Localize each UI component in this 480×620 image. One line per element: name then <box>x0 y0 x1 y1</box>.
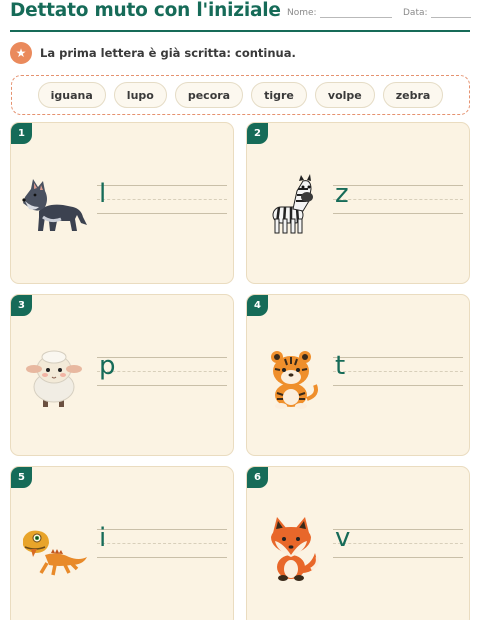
header-divider <box>10 30 470 32</box>
given-letter: v <box>335 523 351 553</box>
card-number: 1 <box>11 123 32 144</box>
sheep-icon <box>26 350 82 407</box>
card-number: 2 <box>247 123 268 144</box>
date-label: Data: <box>403 8 428 18</box>
name-label: Nome: <box>287 8 317 18</box>
name-field: Nome: <box>287 8 392 18</box>
word-chip-volpe: volpe <box>314 82 375 108</box>
given-letter: i <box>99 523 107 553</box>
wolf-icon <box>22 179 87 231</box>
given-letter: p <box>99 351 116 381</box>
writing-lines <box>333 357 463 387</box>
date-field: Data: <box>403 8 471 18</box>
card-number: 5 <box>11 467 32 488</box>
word-chip-lupo: lupo <box>113 82 167 108</box>
writing-lines <box>97 529 227 559</box>
given-letter: z <box>335 179 349 209</box>
writing-lines <box>333 185 463 215</box>
exercise-card-3: 3 p <box>10 294 234 456</box>
instruction-row: ★ La prima lettera è già scritta: contin… <box>10 41 296 65</box>
star-icon: ★ <box>10 42 32 64</box>
instruction-text: La prima lettera è già scritta: continua… <box>40 46 296 60</box>
word-bank: iguana lupo pecora tigre volpe zebra <box>11 75 470 115</box>
zebra-icon <box>272 174 313 234</box>
card-number: 4 <box>247 295 268 316</box>
date-blank-line <box>430 9 471 18</box>
exercise-card-4: 4 t <box>246 294 470 456</box>
exercise-card-1: 1 l <box>10 122 234 284</box>
worksheet-header: Dettato muto con l'iniziale Nome: Data: <box>0 0 480 32</box>
card-number: 6 <box>247 467 268 488</box>
word-chip-zebra: zebra <box>382 82 444 108</box>
word-chip-iguana: iguana <box>37 82 106 108</box>
exercise-card-6: 6 v <box>246 466 470 620</box>
card-number: 3 <box>11 295 32 316</box>
word-chip-pecora: pecora <box>174 82 244 108</box>
given-letter: t <box>335 351 346 381</box>
exercise-card-5: 5 i <box>10 466 234 620</box>
fox-icon <box>271 517 319 581</box>
page-title: Dettato muto con l'iniziale <box>10 0 281 21</box>
writing-lines <box>97 357 227 387</box>
iguana-icon <box>23 530 87 576</box>
writing-lines <box>97 185 227 215</box>
name-blank-line <box>319 9 392 18</box>
exercise-card-2: 2 z <box>246 122 470 284</box>
tiger-icon <box>271 351 318 409</box>
writing-lines <box>333 529 463 559</box>
word-chip-tigre: tigre <box>251 82 307 108</box>
given-letter: l <box>99 179 107 209</box>
